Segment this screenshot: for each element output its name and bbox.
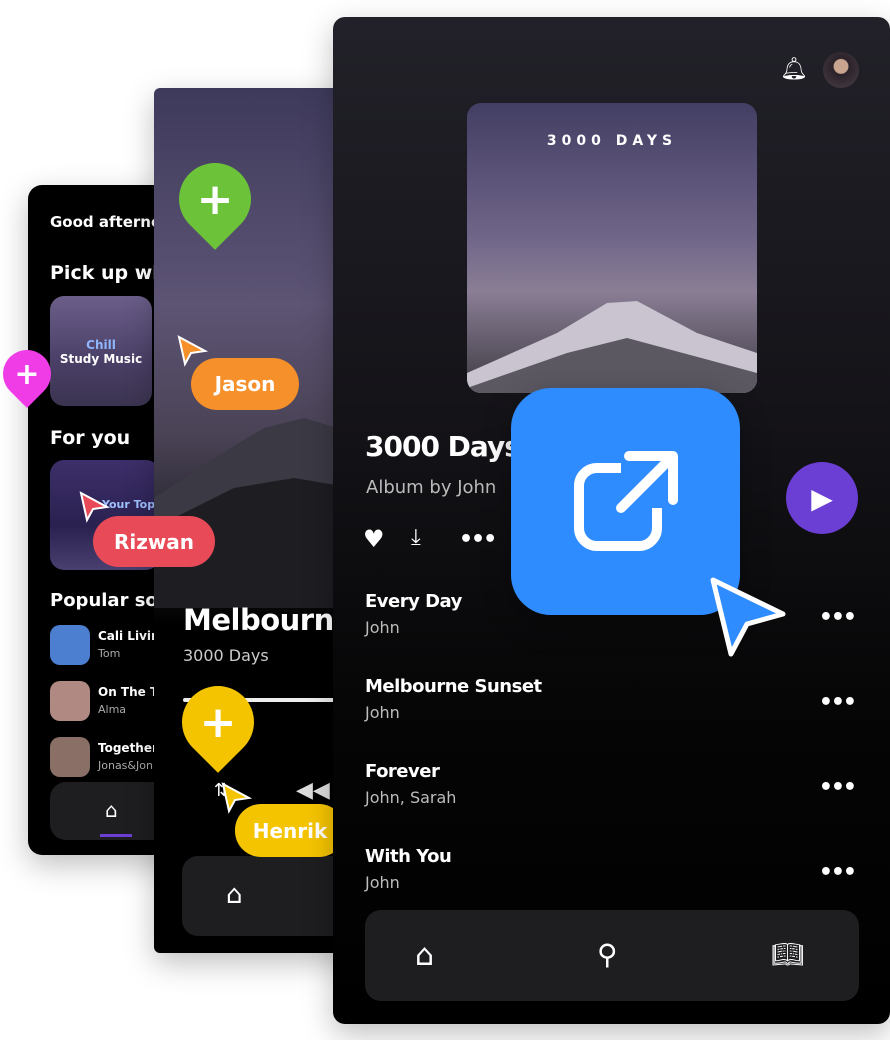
more-icon[interactable]: ••• (819, 690, 857, 715)
card-label: Chill (86, 338, 116, 352)
track-artist: John (365, 618, 400, 637)
song-artist: Alma (98, 703, 127, 716)
collaborator-tag: Rizwan (93, 516, 215, 567)
track-artist: John (365, 703, 400, 722)
album-art: 3000 DAYS (467, 103, 757, 393)
bottom-nav: ⌂ (182, 856, 354, 936)
track-subtitle: 3000 Days (183, 646, 269, 665)
more-icon[interactable]: ••• (459, 527, 497, 552)
track-artist: John (365, 873, 400, 892)
song-artist: Tom (98, 647, 121, 660)
add-pin-yellow[interactable]: + (167, 671, 269, 773)
mountain-image (467, 301, 757, 393)
track-row[interactable]: Melbourne Sunset John ••• (365, 676, 865, 736)
bell-icon[interactable]: 🔔︎ (780, 57, 808, 82)
more-icon[interactable]: ••• (819, 775, 857, 800)
playlist-card-chill[interactable]: Chill Study Music (50, 296, 152, 406)
plus-icon: + (14, 356, 40, 392)
track-title: Melbourne Sunset (183, 603, 354, 637)
home-icon[interactable]: ⌂ (415, 938, 434, 973)
avatar[interactable] (823, 52, 859, 88)
track-title: Melbourne Sunset (365, 676, 542, 697)
home-icon[interactable]: ⌂ (226, 880, 243, 910)
track-title: Forever (365, 761, 440, 782)
section-title: For you (50, 427, 131, 449)
album-title: 3000 Days (365, 430, 521, 463)
active-indicator (100, 834, 132, 837)
track-row[interactable]: Forever John, Sarah ••• (365, 761, 865, 821)
collaborator-tag: Jason (191, 358, 299, 410)
track-title: With You (365, 846, 452, 867)
song-thumb (50, 625, 90, 665)
mountain-image (154, 418, 354, 608)
song-artist: Jonas&Jon (98, 759, 153, 772)
album-subtitle: Album by John (366, 477, 497, 498)
heart-icon[interactable]: ♥ (363, 525, 385, 553)
album-art-text: 3000 DAYS (546, 133, 678, 149)
add-pin-green[interactable]: + (164, 148, 266, 250)
home-icon[interactable]: ⌂ (105, 798, 118, 822)
more-icon[interactable]: ••• (819, 860, 857, 885)
track-artist: John, Sarah (365, 788, 457, 807)
track-row[interactable]: With You John ••• (365, 846, 865, 906)
card-label: Study Music (59, 352, 143, 366)
plus-icon: + (199, 696, 237, 748)
book-icon[interactable]: 📖︎ (771, 940, 804, 970)
bottom-nav: ⌂ ⚲ 📖︎ (365, 910, 859, 1001)
plus-icon: + (196, 173, 234, 225)
download-icon[interactable]: ⤓ (411, 525, 421, 550)
cursor-icon (710, 577, 786, 657)
search-icon[interactable]: ⚲ (597, 938, 618, 971)
play-button[interactable]: ▶ (786, 462, 858, 534)
more-icon[interactable]: ••• (819, 605, 857, 630)
cursor-icon (221, 782, 253, 814)
song-title: Together (98, 741, 158, 755)
rewind-icon[interactable]: ◀◀ (296, 778, 330, 803)
song-thumb (50, 737, 90, 777)
song-thumb (50, 681, 90, 721)
